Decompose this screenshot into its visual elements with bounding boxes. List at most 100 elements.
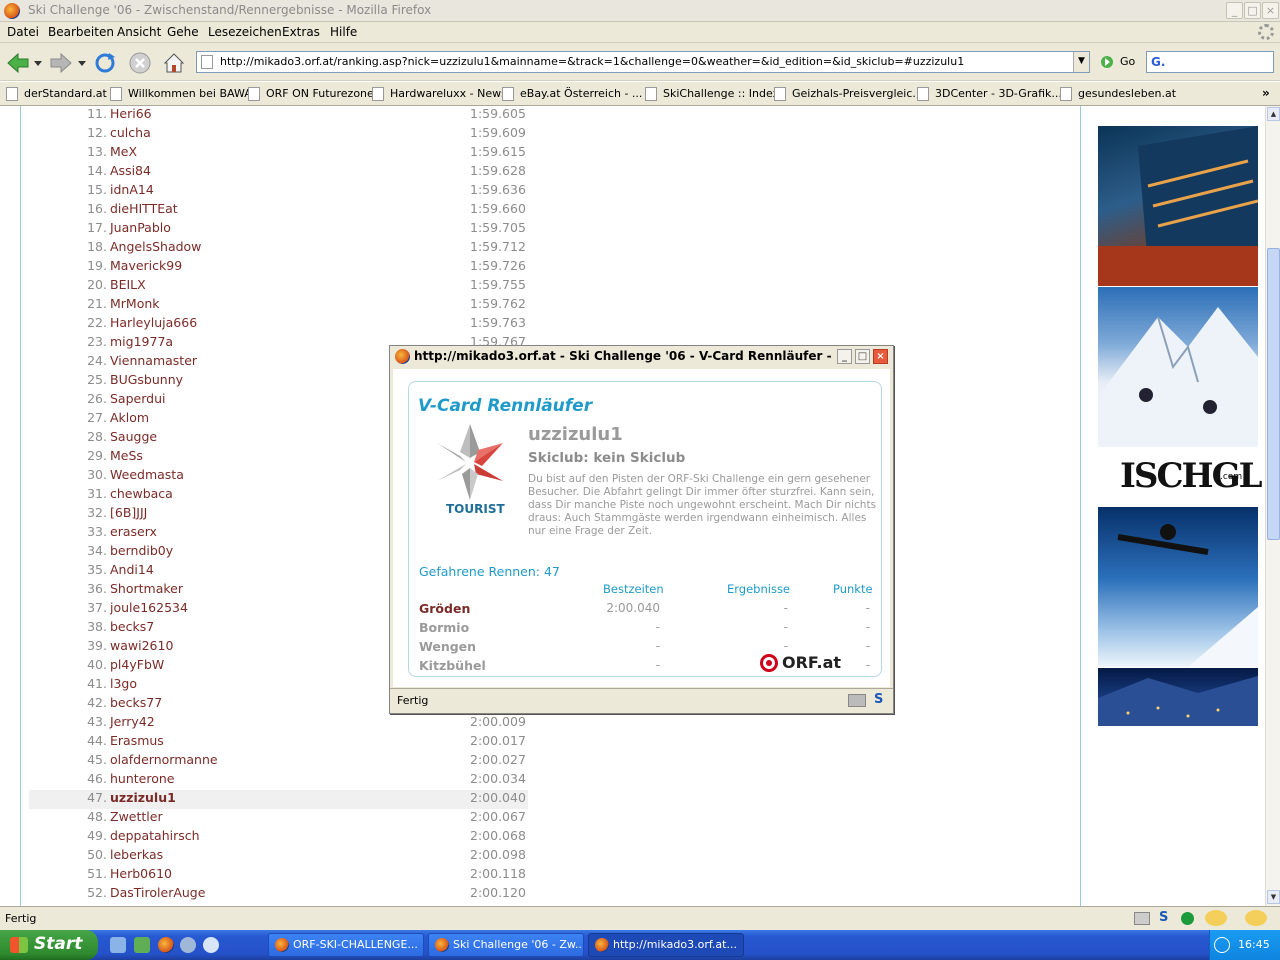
player-name-link[interactable]: becks77 xyxy=(110,695,162,710)
back-dropdown-icon[interactable] xyxy=(34,59,42,67)
player-name-link[interactable]: pl4yFbW xyxy=(110,657,164,672)
player-name-link[interactable]: mig1977a xyxy=(110,334,173,349)
player-name-link[interactable]: olafdernormanne xyxy=(110,752,218,767)
player-name-link[interactable]: l3go xyxy=(110,676,137,691)
menu-gehe[interactable]: Gehe xyxy=(167,25,199,39)
player-name-link[interactable]: Saugge xyxy=(110,429,157,444)
player-name-link[interactable]: MrMonk xyxy=(110,296,160,311)
ad-ischgl-logo[interactable]: ISCHGL .com xyxy=(1098,448,1263,506)
ad-village-night-image[interactable] xyxy=(1098,668,1258,726)
player-name-link[interactable]: Harleyluja666 xyxy=(110,315,197,330)
player-name-link[interactable]: Aklom xyxy=(110,410,149,425)
task-button[interactable]: ORF-SKI-CHALLENGE... xyxy=(268,933,424,957)
bookmark-item[interactable]: ORF ON Futurezone xyxy=(248,87,374,101)
home-icon[interactable] xyxy=(162,51,186,75)
bookmark-item[interactable]: gesundesleben.at xyxy=(1060,87,1176,101)
bookmark-item[interactable]: derStandard.at xyxy=(6,87,107,101)
popup-close-button[interactable]: × xyxy=(873,349,888,364)
player-name-link[interactable]: JuanPablo xyxy=(110,220,171,235)
menu-ansicht[interactable]: Ansicht xyxy=(117,25,161,39)
player-icon[interactable] xyxy=(203,937,219,953)
menu-bearbeiten[interactable]: Bearbeiten xyxy=(48,25,114,39)
ad-snowboarder-image[interactable] xyxy=(1098,507,1258,667)
thunderbird-icon[interactable] xyxy=(180,937,196,953)
bookmark-item[interactable]: 3DCenter - 3D-Grafik... xyxy=(917,87,1062,101)
player-name-link[interactable]: idnA14 xyxy=(110,182,154,197)
weather-icon[interactable] xyxy=(1205,910,1227,926)
status-green-icon[interactable] xyxy=(1181,912,1194,925)
player-name-link[interactable]: becks7 xyxy=(110,619,154,634)
player-name-link[interactable]: DasTirolerAuge xyxy=(110,885,205,900)
close-button[interactable]: × xyxy=(1262,2,1279,19)
player-name-link[interactable]: hunterone xyxy=(110,771,174,786)
maximize-button[interactable]: □ xyxy=(1244,2,1261,19)
ad-hotel-image[interactable] xyxy=(1098,126,1259,286)
player-name-link[interactable]: uzzizulu1 xyxy=(110,790,176,805)
popup-minimize-button[interactable]: _ xyxy=(837,349,852,364)
player-name-link[interactable]: Shortmaker xyxy=(110,581,183,596)
player-name-link[interactable]: dieHITTEat xyxy=(110,201,178,216)
menu-hilfe[interactable]: Hilfe xyxy=(330,25,357,39)
player-name-link[interactable]: Heri66 xyxy=(110,106,152,121)
minimize-button[interactable]: _ xyxy=(1226,2,1243,19)
player-name-link[interactable]: MeX xyxy=(110,144,137,159)
scroll-thumb[interactable] xyxy=(1267,248,1280,540)
google-search-icon[interactable]: G. xyxy=(1151,55,1165,69)
weather-icon[interactable] xyxy=(1245,910,1267,926)
bookmark-item[interactable]: Hardwareluxx - News xyxy=(372,87,507,101)
player-name-link[interactable]: AngelsShadow xyxy=(110,239,201,254)
search-input[interactable]: G. xyxy=(1146,51,1274,73)
scroll-up-icon[interactable]: ▲ xyxy=(1267,107,1280,121)
url-input[interactable]: http://mikado3.orf.at/ranking.asp?nick=u… xyxy=(196,51,1090,73)
player-name-link[interactable]: Herb0610 xyxy=(110,866,172,881)
player-name-link[interactable]: Saperdui xyxy=(110,391,165,406)
bookmark-item[interactable]: SkiChallenge :: Index xyxy=(645,87,779,101)
player-name-link[interactable]: Zwettler xyxy=(110,809,163,824)
player-name-link[interactable]: berndib0y xyxy=(110,543,173,558)
stumble-icon[interactable]: S xyxy=(1159,910,1168,925)
media-icon[interactable] xyxy=(134,937,150,953)
url-dropdown-icon[interactable]: ▼ xyxy=(1073,52,1089,72)
forward-arrow-icon[interactable] xyxy=(49,51,73,75)
menu-lesezeichen[interactable]: Lesezeichen xyxy=(208,25,282,39)
orf-logo[interactable]: ORF.at xyxy=(756,651,841,675)
player-name-link[interactable]: Weedmasta xyxy=(110,467,184,482)
tray-arrow-icon[interactable] xyxy=(1214,937,1230,953)
player-name-link[interactable]: Viennamaster xyxy=(110,353,197,368)
task-button[interactable]: Ski Challenge '06 - Zw... xyxy=(428,933,584,957)
menu-datei[interactable]: Datei xyxy=(7,25,39,39)
back-arrow-icon[interactable] xyxy=(6,51,30,75)
menu-extras[interactable]: Extras xyxy=(282,25,320,39)
start-button[interactable]: Start xyxy=(0,930,98,960)
player-name-link[interactable]: Andi14 xyxy=(110,562,154,577)
player-name-link[interactable]: MeSs xyxy=(110,448,143,463)
ad-skiers-image[interactable] xyxy=(1098,287,1258,447)
stumble-icon[interactable]: S xyxy=(874,692,883,707)
player-name-link[interactable]: joule162534 xyxy=(110,600,188,615)
player-name-link[interactable]: Jerry42 xyxy=(110,714,155,729)
player-name-link[interactable]: chewbaca xyxy=(110,486,173,501)
help-icon[interactable] xyxy=(848,694,866,707)
reload-icon[interactable] xyxy=(93,51,117,75)
go-button[interactable]: Go xyxy=(1120,55,1135,68)
player-name-link[interactable]: Assi84 xyxy=(110,163,151,178)
show-desktop-icon[interactable] xyxy=(110,937,126,953)
bookmark-item[interactable]: Geizhals-Preisvergleic... xyxy=(774,87,923,101)
player-name-link[interactable]: BEILX xyxy=(110,277,146,292)
vertical-scrollbar[interactable]: ▲ ▼ xyxy=(1265,106,1280,906)
player-name-link[interactable]: [6B]JJJ xyxy=(110,505,147,520)
player-name-link[interactable]: eraserx xyxy=(110,524,157,539)
player-name-link[interactable]: leberkas xyxy=(110,847,163,862)
player-name-link[interactable]: Maverick99 xyxy=(110,258,182,273)
stop-icon[interactable] xyxy=(128,51,152,75)
player-name-link[interactable]: culcha xyxy=(110,125,151,140)
bookmark-item[interactable]: Willkommen bei BAWAG xyxy=(110,87,260,101)
task-button[interactable]: http://mikado3.orf.at... xyxy=(588,933,744,957)
player-name-link[interactable]: wawi2610 xyxy=(110,638,173,653)
player-name-link[interactable]: deppatahirsch xyxy=(110,828,200,843)
popup-maximize-button[interactable]: □ xyxy=(855,349,870,364)
go-icon[interactable] xyxy=(1100,55,1114,69)
chevron-right-icon[interactable]: » xyxy=(1262,86,1270,100)
player-name-link[interactable]: Erasmus xyxy=(110,733,164,748)
firefox-icon[interactable] xyxy=(158,937,174,953)
